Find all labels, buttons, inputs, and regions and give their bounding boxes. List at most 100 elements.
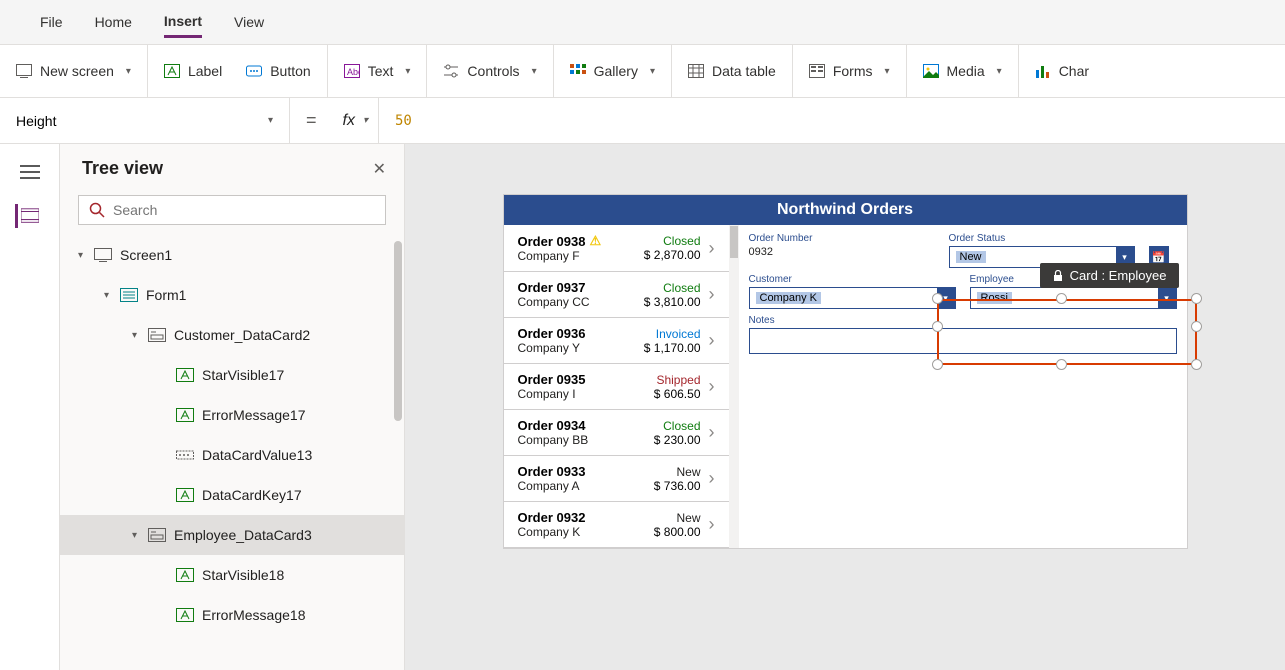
close-icon[interactable]: ✕ xyxy=(373,159,386,179)
tree-node-errormessage18[interactable]: ErrorMessage18 xyxy=(60,595,404,635)
tree-node-datacardkey17[interactable]: DataCardKey17 xyxy=(60,475,404,515)
list-scrollbar[interactable] xyxy=(729,225,739,548)
order-status: Shipped xyxy=(654,373,701,387)
resize-handle[interactable] xyxy=(932,359,943,370)
card-icon xyxy=(148,326,166,344)
company-name: Company BB xyxy=(518,433,654,447)
forms-button-label: Forms xyxy=(833,63,873,79)
order-number: Order 0932 xyxy=(518,510,654,525)
tree-search[interactable] xyxy=(78,195,386,225)
button-icon xyxy=(246,64,262,78)
resize-handle[interactable] xyxy=(932,321,943,332)
order-list-item[interactable]: Order 0937Company CCClosed$ 3,810.00› xyxy=(504,272,729,318)
tree-list: ▾Screen1▾Form1▾Customer_DataCard2StarVis… xyxy=(60,235,404,670)
chevron-right-icon: › xyxy=(709,330,715,351)
text-button[interactable]: Abc Text ▾ xyxy=(328,45,428,97)
tree-node-customer-datacard2[interactable]: ▾Customer_DataCard2 xyxy=(60,315,404,355)
tree-node-errormessage17[interactable]: ErrorMessage17 xyxy=(60,395,404,435)
property-selector[interactable]: Height ▾ xyxy=(0,98,290,143)
chevron-right-icon: › xyxy=(709,376,715,397)
order-list-item[interactable]: Order 0934Company BBClosed$ 230.00› xyxy=(504,410,729,456)
forms-button[interactable]: Forms ▾ xyxy=(793,45,907,97)
tree-node-label: StarVisible17 xyxy=(202,367,284,383)
resize-handle[interactable] xyxy=(932,293,943,304)
order-list-item[interactable]: Order 0935Company IShipped$ 606.50› xyxy=(504,364,729,410)
formula-input[interactable]: 50 xyxy=(379,113,428,129)
notes-label: Notes xyxy=(749,315,1177,326)
customer-dropdown[interactable]: Company K ▾ xyxy=(749,287,956,309)
new-screen-button[interactable]: New screen ▾ xyxy=(0,45,148,97)
order-list-item[interactable]: Order 0938⚠Company FClosed$ 2,870.00› xyxy=(504,225,729,272)
tree-node-label: StarVisible18 xyxy=(202,567,284,583)
order-number: Order 0936 xyxy=(518,326,644,341)
chevron-right-icon: › xyxy=(709,422,715,443)
order-list-item[interactable]: Order 0933Company ANew$ 736.00› xyxy=(504,456,729,502)
chart-button[interactable]: Char xyxy=(1019,45,1105,97)
app-preview: Northwind Orders Order 0938⚠Company FClo… xyxy=(503,194,1188,549)
text-icon: Abc xyxy=(344,64,360,78)
resize-handle[interactable] xyxy=(1056,359,1067,370)
tree-node-label: ErrorMessage18 xyxy=(202,607,306,623)
button-button-label: Button xyxy=(270,63,310,79)
order-number: Order 0933 xyxy=(518,464,654,479)
chevron-down-icon: ▾ xyxy=(363,115,368,126)
order-list-item[interactable]: Order 0932Company KNew$ 800.00› xyxy=(504,502,729,548)
data-table-button[interactable]: Data table xyxy=(672,45,793,97)
fx-button[interactable]: fx ▾ xyxy=(333,98,379,143)
tree-node-label: Screen1 xyxy=(120,247,172,263)
company-name: Company K xyxy=(518,525,654,539)
chevron-down-icon: ▾ xyxy=(126,66,131,77)
chevron-right-icon: › xyxy=(709,238,715,259)
media-button[interactable]: Media ▾ xyxy=(907,45,1019,97)
scrollbar-thumb[interactable] xyxy=(394,241,402,421)
search-input[interactable] xyxy=(113,202,375,218)
order-number-label: Order Number xyxy=(749,233,935,244)
formula-bar: Height ▾ = fx ▾ 50 xyxy=(0,98,1285,144)
forms-icon xyxy=(809,64,825,78)
company-name: Company Y xyxy=(518,341,644,355)
menu-insert[interactable]: Insert xyxy=(164,13,202,38)
employee-dropdown[interactable]: Rossi ▾ xyxy=(970,287,1177,309)
table-icon xyxy=(688,64,704,78)
label-icon xyxy=(164,64,180,78)
resize-handle[interactable] xyxy=(1056,293,1067,304)
chevron-right-icon: › xyxy=(709,468,715,489)
tree-node-employee-datacard3[interactable]: ▾Employee_DataCard3 xyxy=(60,515,404,555)
tree-node-label: DataCardKey17 xyxy=(202,487,302,503)
hamburger-icon[interactable] xyxy=(18,160,42,184)
label-button[interactable]: Label xyxy=(164,63,222,79)
tree-node-starvisible18[interactable]: StarVisible18 xyxy=(60,555,404,595)
order-status: Closed xyxy=(644,234,701,248)
left-rail xyxy=(0,144,60,670)
order-number: Order 0938⚠ xyxy=(518,233,644,249)
tree-node-datacardvalue13[interactable]: DataCardValue13 xyxy=(60,435,404,475)
chevron-down-icon: ▾ xyxy=(1158,288,1176,308)
tree-node-form1[interactable]: ▾Form1 xyxy=(60,275,404,315)
main-area: Tree view ✕ ▾Screen1▾Form1▾Customer_Data… xyxy=(0,144,1285,670)
employee-value: Rossi xyxy=(977,292,1013,304)
tree-view-rail-button[interactable] xyxy=(15,204,39,228)
notes-input[interactable] xyxy=(749,328,1177,354)
menu-home[interactable]: Home xyxy=(95,14,132,30)
resize-handle[interactable] xyxy=(1191,321,1202,332)
resize-handle[interactable] xyxy=(1191,359,1202,370)
menu-view[interactable]: View xyxy=(234,14,264,30)
order-amount: $ 1,170.00 xyxy=(644,341,701,355)
media-icon xyxy=(923,64,939,78)
canvas[interactable]: Northwind Orders Order 0938⚠Company FClo… xyxy=(405,144,1285,670)
form-icon xyxy=(120,286,138,304)
button-button[interactable]: Button xyxy=(246,63,310,79)
twisty-icon: ▾ xyxy=(132,330,142,341)
tree-node-screen1[interactable]: ▾Screen1 xyxy=(60,235,404,275)
controls-button[interactable]: Controls ▾ xyxy=(427,45,553,97)
gallery-button[interactable]: Gallery ▾ xyxy=(554,45,672,97)
twisty-icon: ▾ xyxy=(132,530,142,541)
menu-file[interactable]: File xyxy=(40,14,63,30)
fx-label: fx xyxy=(343,112,355,130)
resize-handle[interactable] xyxy=(1191,293,1202,304)
tree-node-starvisible17[interactable]: StarVisible17 xyxy=(60,355,404,395)
order-list-item[interactable]: Order 0936Company YInvoiced$ 1,170.00› xyxy=(504,318,729,364)
order-number: Order 0937 xyxy=(518,280,644,295)
insert-toolbar: New screen ▾ Label Button Abc Text ▾ Con… xyxy=(0,44,1285,98)
order-amount: $ 2,870.00 xyxy=(644,248,701,262)
